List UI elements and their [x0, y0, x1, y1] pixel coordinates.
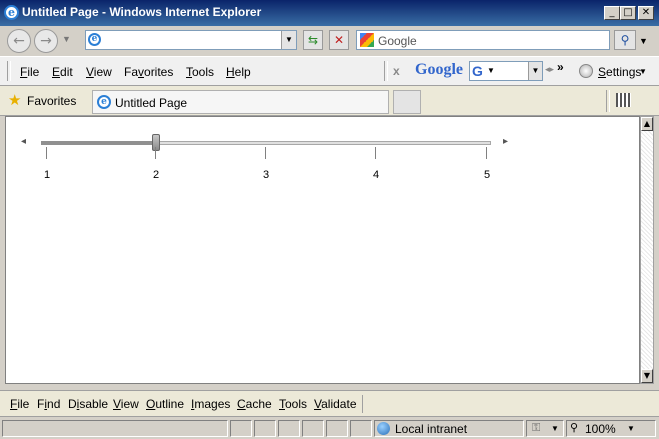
status-pane: [278, 420, 300, 437]
favorites-star-icon: ★: [8, 92, 22, 109]
status-pane: [302, 420, 324, 437]
zoom-magnifier-icon: ⚲: [570, 422, 579, 434]
search-placeholder: Google: [378, 34, 417, 48]
settings-icon: [579, 64, 593, 78]
status-text-pane: [2, 420, 228, 437]
menu-bar: File Edit View Favorites Tools Help x Go…: [0, 56, 659, 86]
toolbar-separator: [606, 90, 610, 112]
toolbar-resize-icon[interactable]: ◂▸: [545, 64, 554, 75]
status-pane: [326, 420, 348, 437]
dev-file[interactable]: File: [10, 397, 29, 411]
scroll-up-icon[interactable]: ▲: [641, 117, 653, 131]
slider-tick: [46, 147, 47, 159]
search-options-icon[interactable]: ▼: [639, 36, 648, 46]
google-logo: Google: [415, 61, 463, 78]
menu-view[interactable]: View: [86, 65, 112, 79]
dev-outline[interactable]: Outline: [146, 397, 184, 411]
dev-view[interactable]: View: [113, 397, 139, 411]
zoom-dropdown-icon[interactable]: ▼: [627, 424, 635, 433]
developer-toolbar: File Find Disable View Outline Images Ca…: [0, 390, 659, 416]
slider-tick-label: 4: [372, 169, 380, 181]
new-tab-button[interactable]: [393, 90, 421, 114]
settings-dropdown-icon[interactable]: ▼: [639, 67, 647, 76]
security-zone-label: Local intranet: [395, 422, 468, 436]
menu-file[interactable]: File: [20, 65, 39, 79]
vertical-scrollbar[interactable]: ▲ ▼: [640, 116, 654, 384]
toolbar-separator: [362, 395, 363, 413]
dev-tools[interactable]: Tools: [279, 397, 307, 411]
maximize-button[interactable]: □: [620, 6, 636, 20]
history-dropdown-icon[interactable]: ▼: [62, 34, 71, 44]
google-search-box[interactable]: G ▼ ▼: [469, 61, 543, 81]
slider-left-arrow-icon[interactable]: ◂: [21, 136, 26, 147]
stop-button[interactable]: ✕: [329, 30, 349, 50]
zoom-level: 100%: [585, 422, 616, 436]
protected-mode-icon: ⚿: [532, 422, 541, 434]
menu-favorites[interactable]: Favorites: [124, 65, 173, 79]
slider-right-arrow-icon[interactable]: ▸: [503, 136, 508, 147]
dev-find[interactable]: Find: [37, 397, 60, 411]
slider-thumb[interactable]: [152, 134, 160, 151]
back-button[interactable]: ←: [7, 29, 31, 53]
dev-images[interactable]: Images: [191, 397, 230, 411]
toolbar-grip: [7, 61, 11, 81]
protected-mode-pane[interactable]: ⚿ ▼: [526, 420, 564, 437]
page-icon: e: [88, 33, 101, 46]
zoom-pane[interactable]: ⚲ 100% ▼: [566, 420, 656, 437]
close-button[interactable]: ✕: [638, 6, 654, 20]
slider-tick-label: 1: [43, 169, 51, 181]
google-search-icon: [360, 33, 374, 47]
settings-button[interactable]: Settings: [598, 65, 641, 79]
ie-logo-icon: e: [4, 5, 19, 20]
slider-tick-label: 2: [152, 169, 160, 181]
address-field[interactable]: e ▼: [85, 30, 297, 50]
slider-tick: [155, 147, 156, 159]
tab-page-icon: e: [97, 95, 111, 109]
page-tools-icon[interactable]: [616, 93, 631, 107]
dev-validate[interactable]: Validate: [314, 397, 357, 411]
scroll-down-icon[interactable]: ▼: [641, 369, 653, 383]
slider-tick-label: 5: [483, 169, 491, 181]
search-field[interactable]: Google: [356, 30, 610, 50]
search-icon[interactable]: ⚲: [614, 30, 636, 50]
google-g-dropdown-icon[interactable]: ▼: [487, 66, 495, 75]
page-content: ◂ ▸ 1 2 3 4 5: [5, 116, 640, 384]
protected-mode-dropdown-icon[interactable]: ▼: [551, 424, 559, 433]
close-toolbar-icon[interactable]: x: [393, 64, 400, 78]
window-title: Untitled Page - Windows Internet Explore…: [22, 5, 262, 19]
menu-help[interactable]: Help: [226, 65, 251, 79]
slider-fill: [41, 141, 156, 145]
tab-untitled-page[interactable]: e Untitled Page: [92, 90, 389, 114]
refresh-button[interactable]: ⇆: [303, 30, 323, 50]
status-pane: [230, 420, 252, 437]
minimize-button[interactable]: _: [604, 6, 620, 20]
status-pane: [254, 420, 276, 437]
menu-edit[interactable]: Edit: [52, 65, 73, 79]
google-g-icon: G: [472, 63, 483, 79]
security-zone-pane[interactable]: Local intranet: [374, 420, 524, 437]
chevron-more-icon[interactable]: »: [557, 60, 564, 74]
slider-tick-label: 3: [262, 169, 270, 181]
toolbar-separator: [384, 61, 388, 81]
title-bar: e Untitled Page - Windows Internet Explo…: [0, 0, 659, 26]
globe-icon: [377, 422, 390, 435]
slider-tick: [265, 147, 266, 159]
google-box-dropdown-icon[interactable]: ▼: [528, 62, 542, 80]
address-dropdown-icon[interactable]: ▼: [281, 31, 296, 49]
status-pane: [350, 420, 372, 437]
dev-cache[interactable]: Cache: [237, 397, 272, 411]
menu-tools[interactable]: Tools: [186, 65, 214, 79]
slider-tick: [486, 147, 487, 159]
status-bar: Local intranet ⚿ ▼ ⚲ 100% ▼: [0, 416, 659, 439]
tab-title: Untitled Page: [115, 96, 188, 110]
address-row: ← → ▼ e ▼ ⇆ ✕ Google ⚲ ▼: [0, 26, 659, 56]
favorites-button[interactable]: Favorites: [27, 94, 76, 108]
slider-tick: [375, 147, 376, 159]
dev-disable[interactable]: Disable: [68, 397, 108, 411]
forward-button[interactable]: →: [34, 29, 58, 53]
